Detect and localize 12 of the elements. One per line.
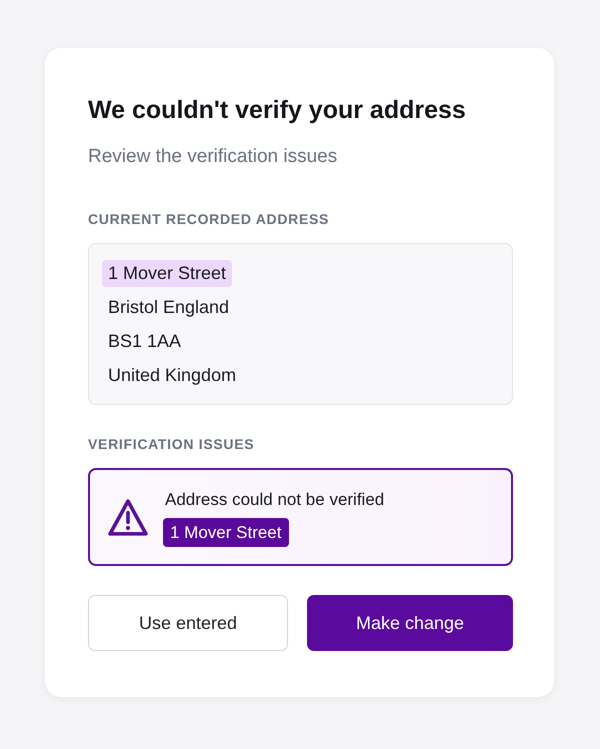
primary-button[interactable]: Make change: [307, 595, 513, 651]
section-label: CURRENT RECORDED ADDRESS: [88, 210, 330, 229]
warning-icon: [108, 498, 148, 536]
dialog-subtitle: Review the verification issues: [88, 145, 338, 169]
secondary-button[interactable]: Use entered: [88, 595, 288, 651]
section-label: VERIFICATION ISSUES: [88, 435, 256, 454]
address-line: Bristol England: [107, 296, 230, 319]
address-line: BS1 1AA: [107, 330, 182, 352]
dialog-title: We couldn't verify your address: [88, 95, 467, 126]
issue-message: Address could not be verified: [164, 488, 384, 510]
flagged-address-tag: 1 Mover Street: [163, 518, 288, 546]
address-line: United Kingdom: [107, 364, 238, 387]
